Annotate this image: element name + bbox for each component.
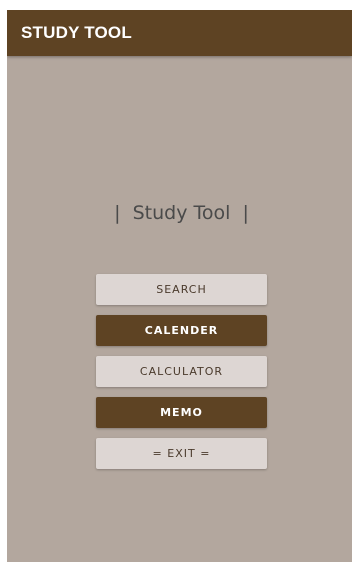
search-button[interactable]: SEARCH — [96, 274, 267, 305]
app-bar-title: STUDY TOOL — [21, 23, 132, 42]
exit-button[interactable]: = EXIT = — [96, 438, 267, 469]
app-screen: STUDY TOOL | Study Tool | SEARCH CALENDE… — [7, 10, 352, 562]
app-bar: STUDY TOOL — [7, 10, 352, 56]
calculator-button[interactable]: CALCULATOR — [96, 356, 267, 387]
calender-button[interactable]: CALENDER — [96, 315, 267, 346]
page-title: | Study Tool | — [114, 202, 249, 224]
memo-button[interactable]: MEMO — [96, 397, 267, 428]
